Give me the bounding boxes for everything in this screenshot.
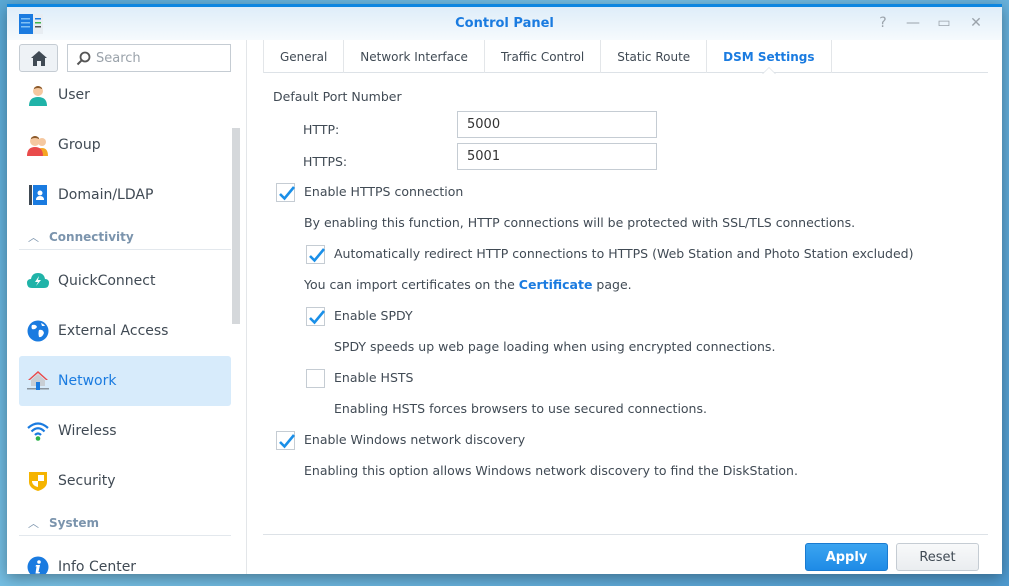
checkmark-icon: [279, 186, 295, 201]
control-panel-window: Control Panel ? — ▭ ✕ User: [7, 4, 1002, 574]
sidebar-item-quickconnect[interactable]: QuickConnect: [19, 256, 231, 306]
default-port-heading: Default Port Number: [273, 89, 402, 104]
user-icon: [27, 84, 49, 106]
section-label: System: [49, 515, 99, 530]
info-icon: [27, 556, 49, 574]
enable-https-label[interactable]: Enable HTTPS connection: [304, 184, 463, 199]
https-label: HTTPS:: [303, 154, 348, 169]
section-connectivity[interactable]: ︿ Connectivity: [19, 224, 231, 250]
apply-button[interactable]: Apply: [805, 543, 888, 571]
spdy-description: SPDY speeds up web page loading when usi…: [334, 339, 776, 354]
shield-icon: [27, 470, 49, 492]
sidebar-item-external-access[interactable]: External Access: [19, 306, 231, 356]
auto-redirect-label[interactable]: Automatically redirect HTTP connections …: [334, 246, 914, 261]
sidebar-item-domain-ldap[interactable]: Domain/LDAP: [19, 170, 231, 220]
tab-bar: General Network Interface Traffic Contro…: [263, 40, 988, 74]
sidebar-item-group[interactable]: Group: [19, 120, 231, 170]
sidebar-item-network[interactable]: Network: [19, 356, 231, 406]
checkmark-icon: [279, 434, 295, 449]
enable-windows-discovery-checkbox[interactable]: [276, 431, 295, 450]
search-input[interactable]: [96, 49, 226, 67]
sidebar-item-label: Group: [58, 137, 101, 153]
maximize-icon[interactable]: ▭: [936, 15, 952, 31]
sidebar-item-label: Info Center: [58, 559, 137, 574]
domain-ldap-icon: [27, 184, 49, 206]
certificate-link[interactable]: Certificate: [519, 277, 593, 292]
sidebar-item-label: Security: [58, 473, 116, 489]
enable-windows-discovery-label[interactable]: Enable Windows network discovery: [304, 432, 525, 447]
checkmark-icon: [309, 310, 325, 325]
hsts-description: Enabling HSTS forces browsers to use sec…: [334, 401, 707, 416]
search-box[interactable]: [67, 44, 231, 72]
http-port-input[interactable]: [457, 111, 657, 138]
tab-static-route[interactable]: Static Route: [601, 40, 708, 73]
home-icon: [30, 50, 47, 66]
section-label: Connectivity: [49, 229, 134, 244]
main-content: General Network Interface Traffic Contro…: [247, 40, 1002, 574]
sidebar-item-info-center[interactable]: Info Center: [19, 542, 231, 574]
sidebar-item-wireless[interactable]: Wireless: [19, 406, 231, 456]
home-button[interactable]: [19, 44, 58, 72]
enable-hsts-checkbox[interactable]: [306, 369, 325, 388]
sidebar-scrollbar[interactable]: [232, 128, 240, 324]
close-icon[interactable]: ✕: [968, 15, 984, 31]
chevron-up-icon: ︿: [28, 230, 39, 244]
minimize-icon[interactable]: —: [905, 15, 921, 31]
network-house-icon: [27, 370, 49, 392]
window-title: Control Panel: [455, 16, 554, 31]
auto-redirect-checkbox[interactable]: [306, 245, 325, 264]
reset-button[interactable]: Reset: [896, 543, 979, 571]
quickconnect-icon: [27, 270, 49, 292]
enable-spdy-label[interactable]: Enable SPDY: [334, 308, 413, 323]
footer-divider: [263, 534, 988, 535]
help-icon[interactable]: ?: [875, 15, 891, 31]
chevron-up-icon: ︿: [28, 516, 39, 530]
sidebar-item-security[interactable]: Security: [19, 456, 231, 506]
group-icon: [27, 134, 49, 156]
tab-general[interactable]: General: [263, 40, 345, 73]
globe-icon: [27, 320, 49, 342]
checkmark-icon: [309, 248, 325, 263]
enable-hsts-label[interactable]: Enable HSTS: [334, 370, 413, 385]
search-icon: [76, 51, 91, 66]
https-description: By enabling this function, HTTP connecti…: [304, 215, 856, 230]
sidebar-item-user[interactable]: User: [19, 70, 231, 120]
sidebar-item-label: QuickConnect: [58, 273, 156, 289]
https-port-input[interactable]: [457, 143, 657, 170]
windows-discovery-description: Enabling this option allows Windows netw…: [304, 463, 798, 478]
certificate-note: You can import certificates on the Certi…: [304, 277, 632, 292]
sidebar-item-label: User: [58, 87, 90, 103]
tab-dsm-settings[interactable]: DSM Settings: [707, 40, 832, 74]
sidebar-item-label: External Access: [58, 323, 169, 339]
section-system[interactable]: ︿ System: [19, 510, 231, 536]
tab-network-interface[interactable]: Network Interface: [344, 40, 485, 73]
certificate-note-suffix: page.: [596, 277, 632, 292]
sidebar-item-label: Domain/LDAP: [58, 187, 154, 203]
title-bar[interactable]: Control Panel ? — ▭ ✕: [7, 7, 1002, 40]
enable-https-checkbox[interactable]: [276, 183, 295, 202]
certificate-note-prefix: You can import certificates on the: [304, 277, 515, 292]
sidebar-item-label: Network: [58, 373, 117, 389]
sidebar-item-label: Wireless: [58, 423, 117, 439]
wifi-icon: [27, 420, 49, 442]
tab-traffic-control[interactable]: Traffic Control: [485, 40, 602, 73]
sidebar: User Group Domain/LDAP ︿ Connectivity Qu…: [7, 40, 247, 574]
http-label: HTTP:: [303, 122, 340, 137]
enable-spdy-checkbox[interactable]: [306, 307, 325, 326]
